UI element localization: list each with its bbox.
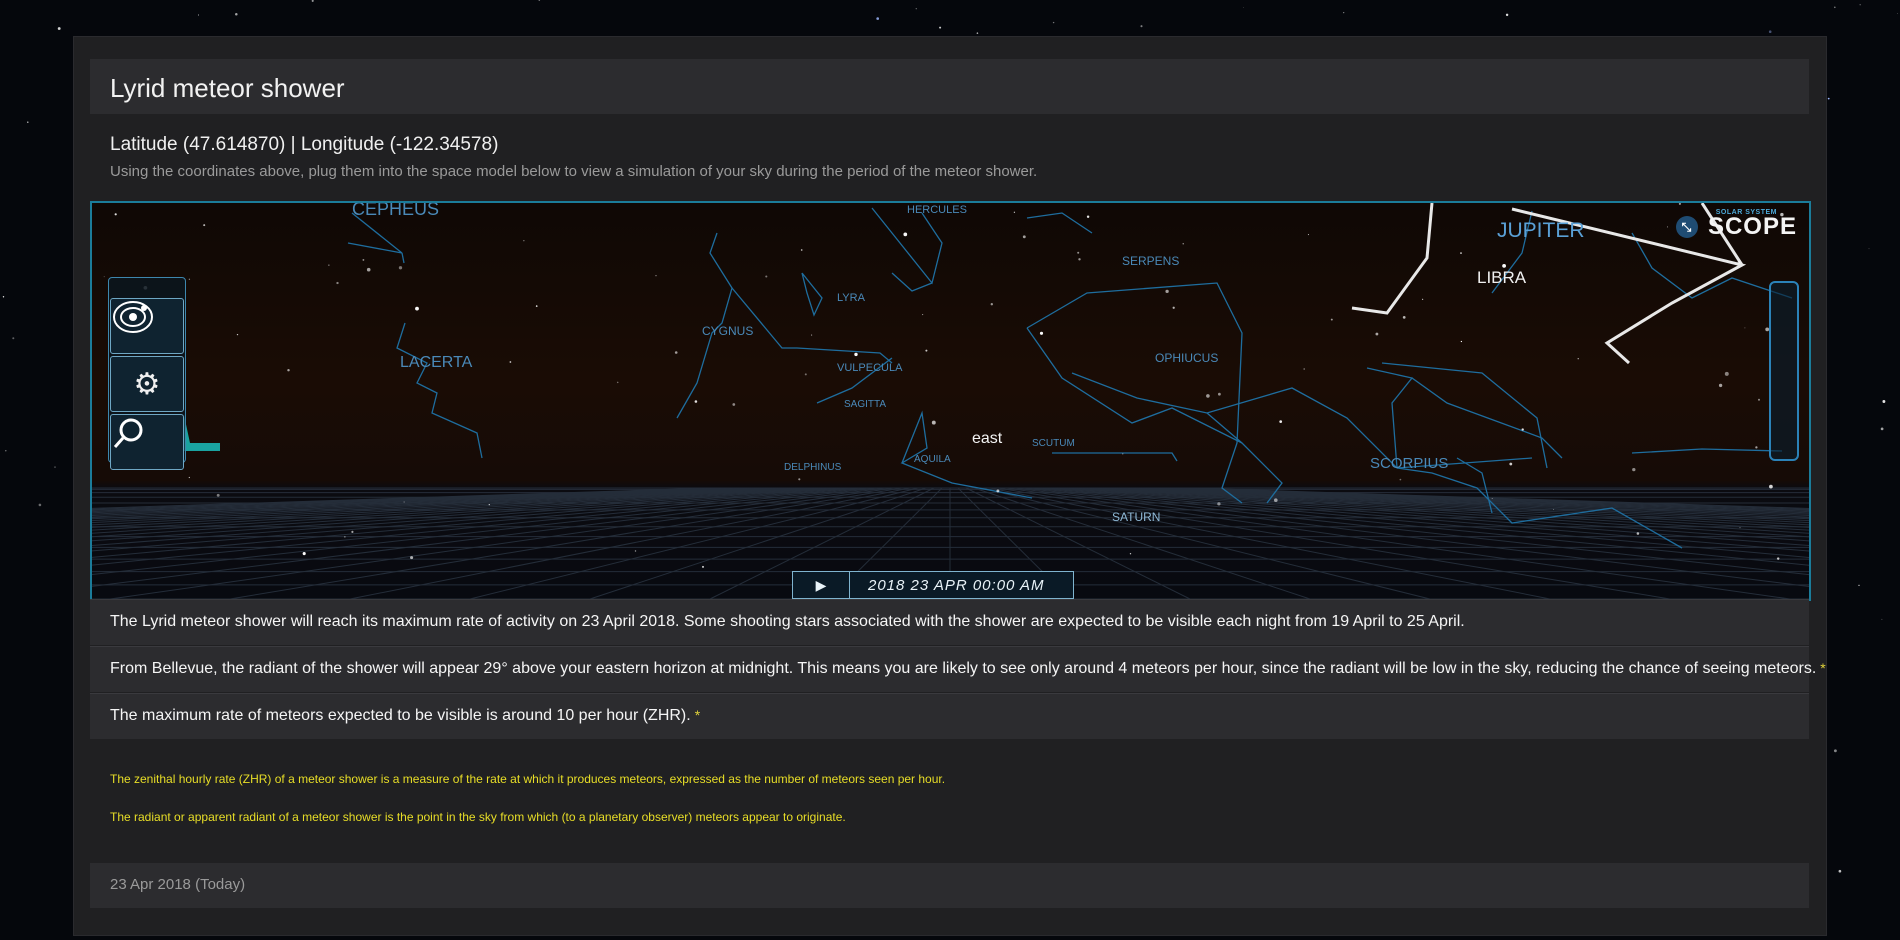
logo-text: SCOPE (1707, 213, 1797, 240)
label-scorpius: SCORPIUS (1370, 455, 1448, 472)
search-button[interactable] (110, 414, 184, 470)
label-cepheus: CEPHEUS (352, 203, 439, 219)
label-jupiter: JUPITER (1497, 219, 1585, 242)
label-saturn: SATURN (1112, 510, 1160, 524)
label-sagitta: SAGITTA (844, 399, 886, 410)
date-bar: 23 Apr 2018 (Today) (90, 863, 1809, 908)
sky-simulation[interactable]: CEPHEUS HERCULES JUPITER LIBRA SERPENS L… (90, 201, 1811, 601)
solar-system-button[interactable] (110, 298, 184, 354)
date-label: 23 Apr 2018 (Today) (110, 876, 246, 893)
label-lacerta: LACERTA (400, 354, 473, 371)
play-button[interactable]: ▶ (793, 572, 850, 598)
radiant-footnote-marker: * (1820, 660, 1826, 676)
info-zhr-text: The maximum rate of meteors expected to … (110, 707, 691, 724)
coordinates-text: Latitude (47.614870) | Longitude (-122.3… (110, 134, 499, 155)
gear-icon: ⚙ (133, 367, 161, 401)
label-ophiucus: OPHIUCUS (1155, 351, 1218, 365)
label-hercules: HERCULES (907, 204, 967, 216)
meteor-panel: Lyrid meteor shower Latitude (47.614870)… (73, 36, 1827, 936)
zhr-footnote-marker: * (694, 707, 701, 723)
label-vulpecula: VULPECULA (837, 362, 903, 374)
sky-canvas[interactable]: CEPHEUS HERCULES JUPITER LIBRA SERPENS L… (92, 203, 1809, 599)
info-row-radiant: From Bellevue, the radiant of the shower… (90, 646, 1826, 692)
play-icon: ▶ (815, 576, 827, 593)
label-delphinus: DELPHINUS (784, 462, 842, 473)
label-cygnus: CYGNUS (702, 324, 753, 338)
time-display[interactable]: 2018 23 APR 00:00 AM (850, 577, 1045, 594)
zoom-slider[interactable] (1769, 281, 1799, 461)
info-activity-text: The Lyrid meteor shower will reach its m… (110, 613, 1465, 630)
label-aquila: AQUILA (914, 454, 951, 465)
info-row-zhr: The maximum rate of meteors expected to … (90, 693, 1809, 739)
label-libra: LIBRA (1477, 268, 1527, 287)
info-radiant-text: From Bellevue, the radiant of the shower… (110, 660, 1817, 677)
radiant-footnote: The radiant or apparent radiant of a met… (110, 810, 846, 824)
settings-button[interactable]: ⚙ (110, 356, 184, 412)
direction-label: east (972, 430, 1003, 447)
page-title: Lyrid meteor shower (110, 73, 345, 103)
corner-bracket (184, 415, 220, 451)
info-row-activity: The Lyrid meteor shower will reach its m… (90, 599, 1809, 645)
label-serpens: SERPENS (1122, 254, 1179, 268)
label-scutum: SCUTUM (1032, 438, 1075, 449)
title-bar: Lyrid meteor shower (90, 59, 1809, 114)
ecliptic-line (1351, 203, 1434, 315)
instructions-text: Using the coordinates above, plug them i… (110, 163, 1038, 180)
solar-system-scope-logo[interactable]: ⤡ SOLAR SYSTEM SCOPE (1675, 209, 1797, 241)
label-lyra: LYRA (837, 292, 866, 304)
fullscreen-icon[interactable]: ⤡ (1675, 216, 1698, 238)
zhr-footnote: The zenithal hourly rate (ZHR) of a mete… (110, 772, 946, 786)
time-control: ▶ 2018 23 APR 00:00 AM (792, 571, 1074, 599)
